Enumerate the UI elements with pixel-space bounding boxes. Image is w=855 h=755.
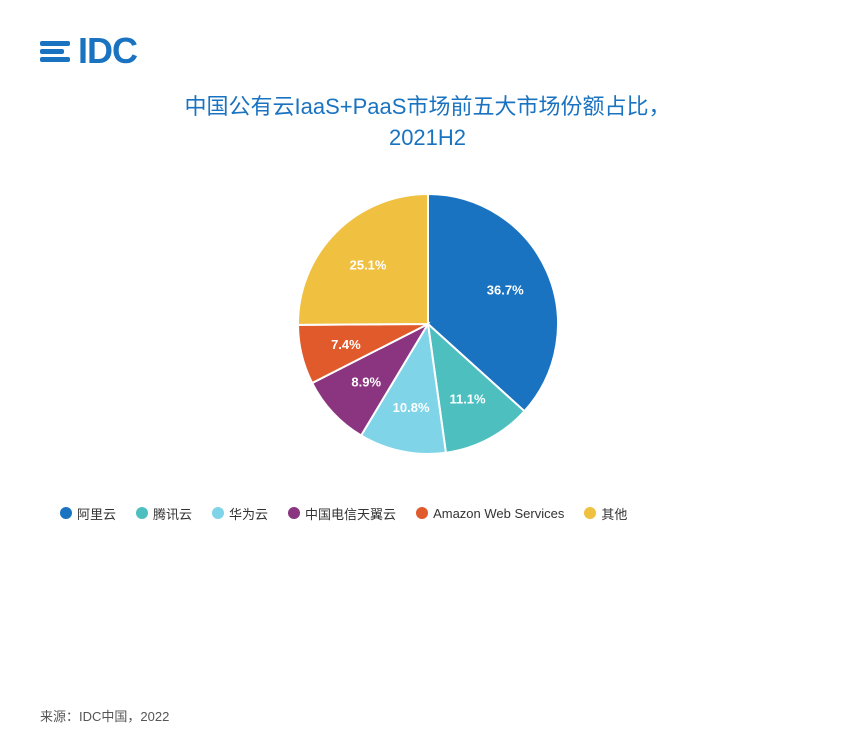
legend-item: 阿里云: [60, 504, 116, 523]
chart-title: 中国公有云IaaS+PaaS市场前五大市场份额占比， 2021H2: [40, 92, 815, 154]
svg-text:11.1%: 11.1%: [449, 391, 486, 406]
legend-color: [584, 507, 596, 519]
legend-item: Amazon Web Services: [416, 504, 564, 523]
idc-logo-icon: [40, 41, 70, 62]
legend-color: [212, 507, 224, 519]
legend-color: [60, 507, 72, 519]
logo-area: IDC: [40, 30, 137, 72]
legend-item: 华为云: [212, 504, 268, 523]
logo-text: IDC: [78, 30, 137, 72]
svg-text:36.7%: 36.7%: [486, 282, 523, 297]
legend-label: Amazon Web Services: [433, 506, 564, 521]
legend-color: [136, 507, 148, 519]
svg-text:10.8%: 10.8%: [392, 399, 429, 414]
legend-color: [288, 507, 300, 519]
legend: 阿里云 腾讯云 华为云 中国电信天翼云 Amazon Web Services 其他: [40, 504, 647, 523]
chart-area: 36.7% 11.1% 10.8% 8.9% 7.4% 25.1%: [40, 164, 815, 484]
legend-color: [416, 507, 428, 519]
legend-item: 其他: [584, 504, 627, 523]
title-line1: 中国公有云IaaS+PaaS市场前五大市场份额占比，: [40, 92, 815, 123]
legend-item: 中国电信天翼云: [288, 504, 396, 523]
pie-chart: 36.7% 11.1% 10.8% 8.9% 7.4% 25.1%: [238, 164, 618, 484]
svg-text:8.9%: 8.9%: [351, 374, 381, 389]
svg-text:25.1%: 25.1%: [349, 257, 386, 272]
legend-item: 腾讯云: [136, 504, 192, 523]
title-line2: 2021H2: [40, 123, 815, 154]
legend-label: 腾讯云: [153, 504, 192, 523]
legend-label: 阿里云: [77, 504, 116, 523]
svg-text:7.4%: 7.4%: [331, 337, 361, 352]
source-text: 来源：IDC中国，2022: [40, 706, 169, 725]
legend-label: 其他: [601, 504, 627, 523]
legend-label: 中国电信天翼云: [305, 504, 396, 523]
legend-label: 华为云: [229, 504, 268, 523]
